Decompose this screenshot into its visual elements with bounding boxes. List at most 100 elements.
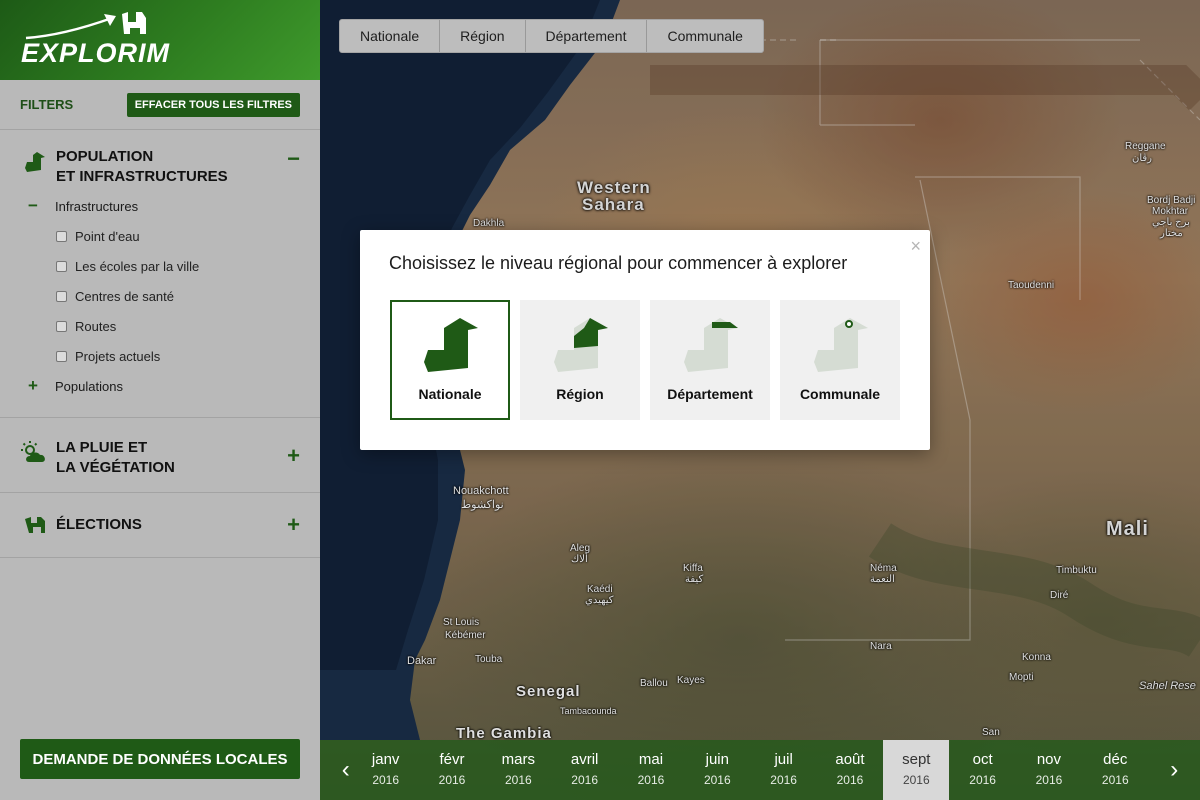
month-label: janv [371, 751, 400, 768]
year-label: 2016 [571, 773, 598, 787]
filter-point-eau[interactable]: Point d'eau [0, 221, 320, 251]
month-label: févr [439, 751, 465, 768]
timeline-month[interactable]: févr 2016 [419, 740, 485, 800]
infrastructures-label: Infrastructures [55, 198, 139, 214]
weather-icon [20, 438, 50, 468]
timeline-month[interactable]: août 2016 [817, 740, 883, 800]
filter-label: Projets actuels [75, 348, 161, 364]
populations-label: Populations [55, 378, 123, 394]
section-rain-vegetation: LA PLUIE ET LA VÉGÉTATION + [0, 418, 320, 493]
communale-map-icon [814, 318, 868, 372]
filter-centres-sante[interactable]: Centres de santé [0, 281, 320, 311]
section-population-header[interactable]: POPULATION ET INFRASTRUCTURES − [0, 147, 320, 187]
departement-map-icon [684, 318, 738, 372]
option-label: Département [667, 386, 753, 402]
checkbox[interactable] [56, 350, 67, 362]
timeline-month[interactable]: déc 2016 [1082, 740, 1148, 800]
brand-wordmark: EXPLORIM [21, 38, 171, 68]
option-departement[interactable]: Département [650, 300, 770, 420]
filter-routes[interactable]: Routes [0, 311, 320, 341]
timeline-month[interactable]: oct 2016 [949, 740, 1015, 800]
tab-nationale[interactable]: Nationale [340, 20, 441, 52]
timeline-month[interactable]: juil 2016 [750, 740, 816, 800]
month-label: mai [638, 751, 664, 768]
year-label: 2016 [969, 773, 996, 787]
year-label: 2016 [372, 773, 400, 787]
month-label: nov [1036, 751, 1062, 768]
section-population: POPULATION ET INFRASTRUCTURES − − Infras… [0, 130, 320, 418]
year-label: 2016 [438, 773, 466, 787]
filter-label: Point d'eau [75, 228, 140, 244]
option-label: Communale [799, 386, 881, 402]
tab-departement[interactable]: Département [526, 20, 648, 52]
section-elections-header[interactable]: ÉLECTIONS + [0, 514, 320, 536]
year-label: 2016 [770, 773, 797, 787]
option-communale[interactable]: Communale [780, 300, 900, 420]
year-label: 2016 [504, 773, 532, 787]
section-elections-title: ÉLECTIONS [56, 516, 142, 533]
timeline-month[interactable]: mai 2016 [618, 740, 684, 800]
brand-header[interactable]: EXPLORIM [0, 0, 320, 80]
timeline-months: janv 2016 févr 2016 mars 2016 avril 2016 mai 2016… [353, 740, 1149, 800]
filter-ecoles[interactable]: Les écoles par la ville [0, 251, 320, 281]
close-icon[interactable]: × [910, 236, 921, 257]
request-local-data-button[interactable]: DEMANDE DE DONNÉES LOCALES [20, 739, 300, 779]
filter-projets-actuels[interactable]: Projets actuels [0, 341, 320, 371]
filters-title: FILTERS [20, 97, 74, 112]
collapse-population-button[interactable]: − [287, 148, 300, 170]
month-label: août [835, 751, 865, 768]
modal-title: Choisissez le niveau régional pour comme… [389, 253, 848, 273]
populations-group[interactable]: + Populations [0, 371, 320, 401]
section-elections: ÉLECTIONS + [0, 493, 320, 558]
timeline-month[interactable]: sept 2016 [883, 740, 950, 800]
clear-filters-button[interactable]: EFFACER TOUS LES FILTRES [126, 92, 300, 117]
month-label: juin [705, 751, 729, 768]
tab-region[interactable]: Région [440, 20, 526, 52]
month-label: sept [902, 751, 931, 768]
timeline: ‹ janv 2016 févr 2016 mars 2016 avril 2016 mai 20… [320, 740, 1200, 800]
expand-populations-icon[interactable]: + [28, 376, 55, 396]
checkbox[interactable] [56, 290, 67, 302]
option-nationale[interactable]: Nationale [390, 300, 510, 420]
year-label: 2016 [836, 773, 864, 787]
timeline-month[interactable]: mars 2016 [485, 740, 551, 800]
mauritania-map-icon [20, 147, 50, 177]
month-label: déc [1103, 751, 1128, 768]
option-region[interactable]: Région [520, 300, 640, 420]
level-select-modal: Choisissez le niveau régional pour comme… [360, 230, 930, 450]
expand-elections-button[interactable]: + [287, 514, 300, 536]
year-label: 2016 [637, 773, 665, 787]
timeline-month[interactable]: janv 2016 [353, 740, 419, 800]
option-label: Région [556, 386, 604, 402]
filter-label: Centres de santé [75, 288, 175, 304]
mauritania-map-icon [424, 318, 478, 372]
infrastructures-group[interactable]: − Infrastructures [0, 191, 320, 221]
month-label: juil [774, 751, 793, 768]
timeline-month[interactable]: juin 2016 [684, 740, 750, 800]
year-label: 2016 [703, 773, 731, 787]
logo-icon [25, 12, 146, 40]
timeline-month[interactable]: nov 2016 [1016, 740, 1082, 800]
timeline-month[interactable]: avril 2016 [551, 740, 617, 800]
filters-bar: FILTERS EFFACER TOUS LES FILTRES [0, 80, 320, 130]
year-label: 2016 [1101, 773, 1129, 787]
checkbox[interactable] [56, 260, 67, 272]
month-label: oct [972, 751, 993, 768]
month-label: mars [501, 751, 535, 768]
collapse-infrastructures-icon[interactable]: − [28, 196, 55, 216]
section-population-title: POPULATION ET INFRASTRUCTURES [56, 148, 228, 185]
sidebar: EXPLORIM FILTERS EFFACER TOUS LES FILTRE… [0, 0, 320, 800]
year-label: 2016 [1035, 773, 1063, 787]
expand-rain-button[interactable]: + [287, 445, 300, 467]
section-rain-title: LA PLUIE ET LA VÉGÉTATION [56, 439, 175, 476]
month-label: avril [570, 751, 599, 768]
year-label: 2016 [902, 773, 930, 787]
tab-communale[interactable]: Communale [647, 20, 762, 52]
filter-label: Routes [75, 318, 117, 334]
checkbox[interactable] [56, 320, 67, 332]
ballot-box-icon [20, 515, 50, 535]
section-rain-header[interactable]: LA PLUIE ET LA VÉGÉTATION + [0, 438, 320, 478]
checkbox[interactable] [56, 230, 67, 242]
timeline-next-icon[interactable]: › [1149, 740, 1200, 800]
region-map-icon [554, 318, 608, 372]
